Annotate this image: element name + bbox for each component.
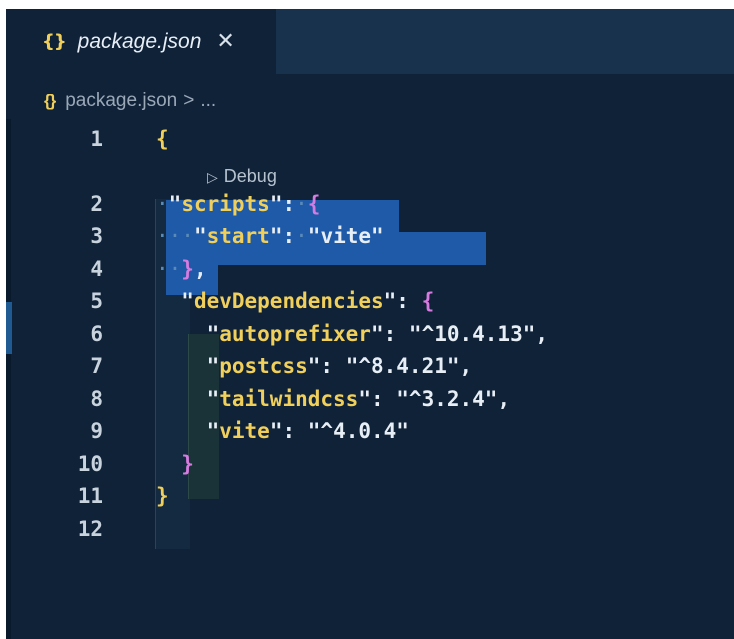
line-number: 11 [77,484,103,508]
line-number: 4 [90,256,103,281]
json-value: ^4.0.4 [320,419,397,443]
close-brace: } [181,256,194,281]
json-file-icon: {} [44,91,56,110]
code-line: 6 "autoprefixer": "^10.4.13", [6,318,734,351]
code-line: 9 "vite": "^4.0.4" [6,415,734,448]
breadcrumb-file[interactable]: package.json [65,90,177,112]
line-number: 8 [90,386,103,411]
json-key: start [206,224,270,248]
close-brace: } [156,484,169,508]
line-number: 12 [77,516,103,541]
line-number: 3 [90,224,103,248]
line-number: 7 [90,354,103,378]
code-line: 12 [6,513,734,546]
json-key: vite [219,419,270,443]
code-line: 3 ···"start":·"vite" [6,220,734,253]
editor-window: {} package.json ✕ {} package.json > ... … [6,9,734,639]
line-number: 1 [90,127,103,151]
breadcrumb: {} package.json > ... [6,87,734,115]
line-number: 6 [90,321,103,346]
open-brace: { [156,127,169,151]
open-brace: { [421,289,435,313]
json-key: autoprefixer [219,321,371,346]
code-line: 11 } [6,480,734,513]
debug-label: Debug [223,165,277,186]
code-line: 4 ··}, [6,253,734,286]
tab-package-json[interactable]: {} package.json ✕ [6,9,276,74]
close-brace: } [181,451,194,476]
codelens-row: ▷ Debug [6,156,734,188]
json-key: tailwindcss [219,386,359,411]
json-value: ^10.4.13 [421,321,523,346]
line-number: 5 [90,289,103,313]
json-value: ^3.2.4 [408,386,485,411]
json-key: postcss [219,354,308,378]
breadcrumb-symbols[interactable]: ... [200,90,216,112]
code-line: 7 "postcss": "^8.4.21", [6,350,734,383]
code-area[interactable]: 1 { ▷ Debug 2 ·"scripts":·{ 3 ···"start":… [6,123,734,545]
code-line: 1 { [6,123,734,156]
json-value: ^8.4.21 [358,354,447,378]
code-line: 10 } [6,448,734,481]
json-key: scripts [181,191,270,216]
close-icon[interactable]: ✕ [216,29,234,54]
code-line: 2 ·"scripts":·{ [6,188,734,221]
json-key: devDependencies [193,289,384,313]
tab-label: package.json [77,29,202,53]
code-line: 8 "tailwindcss": "^3.2.4", [6,383,734,416]
open-brace: { [307,191,321,216]
json-value: vite [320,224,372,248]
line-number: 2 [90,191,103,216]
code-line: 5 "devDependencies": { [6,285,734,318]
line-number: 10 [77,451,103,476]
json-file-icon: {} [42,31,67,52]
line-number: 9 [90,419,103,443]
breadcrumb-separator: > [183,90,195,111]
tab-strip: {} package.json ✕ [6,9,734,74]
debug-run-icon: ▷ [207,168,218,185]
